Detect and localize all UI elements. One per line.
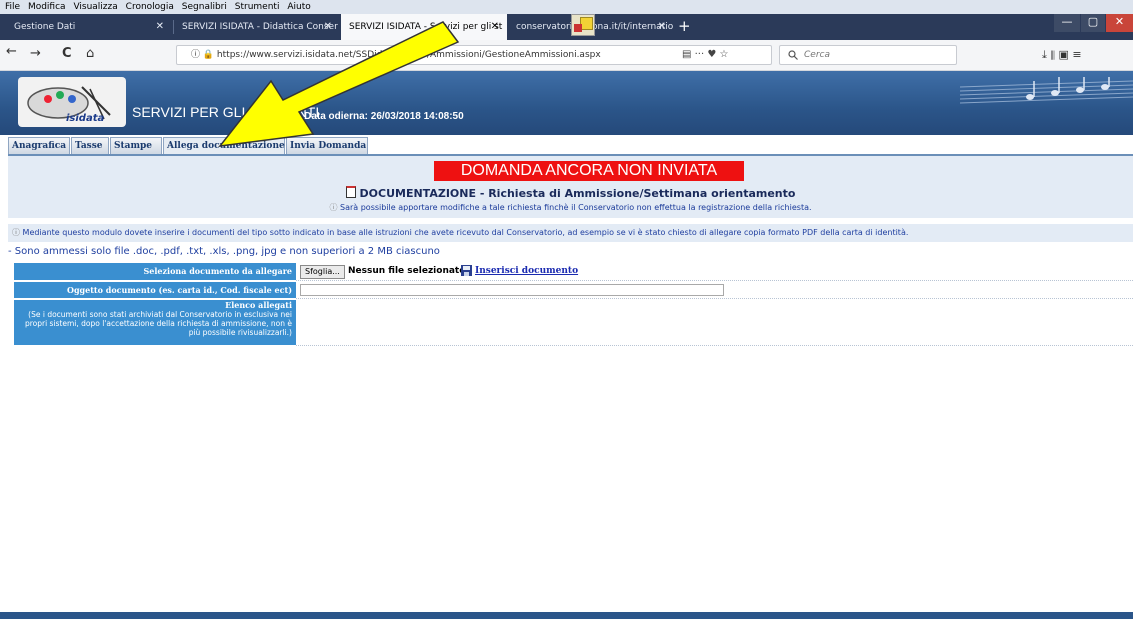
menu-file[interactable]: File [5, 0, 20, 14]
menu-aiuto[interactable]: Aiuto [287, 0, 310, 14]
documentation-title: DOCUMENTAZIONE - Richiesta di Ammissione… [8, 186, 1133, 200]
maximize-button[interactable]: ▢ [1081, 14, 1105, 32]
menu-modifica[interactable]: Modifica [28, 0, 66, 14]
menu-visualizza[interactable]: Visualizza [73, 0, 117, 14]
info-icon: ⓘ [12, 228, 23, 237]
browser-tab-gestione-dati[interactable]: Gestione Dati ✕ [6, 14, 172, 40]
reload-button[interactable]: C [62, 46, 72, 61]
menu-segnalibri[interactable]: Segnalibri [182, 0, 227, 14]
menu-cronologia[interactable]: Cronologia [126, 0, 174, 14]
tab-label: Gestione Dati [14, 22, 76, 32]
instructions-bar: ⓘ Mediante questo modulo dovete inserire… [8, 224, 1133, 242]
attachments-list-area [296, 300, 1133, 346]
tab-anagrafica[interactable]: Anagrafica [8, 137, 70, 154]
menu-strumenti[interactable]: Strumenti [235, 0, 280, 14]
instructions-text: Mediante questo modulo dovete inserire i… [22, 228, 909, 237]
allowed-files-note: - Sono ammessi solo file .doc, .pdf, .tx… [8, 246, 440, 257]
modification-note-text: Sarà possibile apportare modifiche a tal… [340, 203, 812, 212]
tab-stampe[interactable]: Stampe [110, 137, 162, 154]
close-icon[interactable]: ✕ [658, 14, 666, 40]
page-actions-icon[interactable]: ▤ ··· ♥ ☆ [682, 46, 728, 64]
minimize-button[interactable]: — [1054, 14, 1080, 32]
forward-button[interactable]: → [30, 46, 41, 61]
window-close-button[interactable]: ✕ [1106, 14, 1133, 32]
close-icon[interactable]: ✕ [491, 14, 499, 40]
browse-button[interactable]: Sfoglia... [300, 265, 345, 279]
toolbar-icons[interactable]: ⤓ ⫴ ▣ ≡ [1042, 48, 1082, 62]
documentation-title-text: DOCUMENTAZIONE - Richiesta di Ammissione… [359, 187, 796, 200]
document-icon [345, 186, 356, 198]
no-file-selected: Nessun file selezionato. [348, 266, 469, 276]
app-tab-bar: Anagrafica Tasse Stampe Allega documenta… [0, 135, 1133, 156]
attachments-list-title: Elenco allegati [225, 300, 292, 310]
sticky-notes-icon[interactable] [571, 14, 595, 36]
info-box: DOMANDA ANCORA NON INVIATA DOCUMENTAZION… [8, 156, 1133, 218]
home-button[interactable]: ⌂ [86, 46, 94, 61]
back-button[interactable]: ← [6, 44, 17, 59]
floppy-disk-icon[interactable] [461, 265, 472, 276]
search-placeholder: Cerca [804, 50, 830, 60]
object-label: Oggetto documento (es. carta id., Cod. f… [14, 282, 296, 298]
yellow-arrow-annotation [218, 21, 460, 147]
tab-tasse[interactable]: Tasse [71, 137, 109, 154]
logo-text: isidata [66, 113, 105, 124]
left-margin [0, 154, 8, 612]
new-tab-button[interactable]: + [678, 14, 691, 40]
close-icon[interactable]: ✕ [156, 14, 164, 40]
search-icon [788, 50, 798, 60]
info-icon: ⓘ [329, 203, 340, 212]
footer-bar [0, 612, 1133, 619]
attachments-list-label: Elenco allegati (Se i documenti sono sta… [14, 300, 296, 345]
music-notes-decoration [960, 77, 1133, 104]
menu-bar: File Modifica Visualizza Cronologia Segn… [0, 0, 1133, 14]
app-header: isidata SERVIZI PER GLI STUDENTI - Data … [0, 71, 1133, 135]
status-badge: DOMANDA ANCORA NON INVIATA [434, 161, 744, 181]
attachments-list-note: (Se i documenti sono stati archiviati da… [24, 310, 292, 337]
navigation-bar: ← → C ⌂ ⓘ 🔒 https://www.servizi.isidata.… [0, 40, 1133, 71]
insert-document-link[interactable]: Inserisci documento [475, 266, 578, 276]
modification-note: ⓘ Sarà possibile apportare modifiche a t… [8, 202, 1133, 213]
app-logo: isidata [18, 77, 126, 127]
select-document-label: Seleziona documento da allegare [14, 263, 296, 280]
object-input[interactable] [300, 284, 724, 296]
search-input[interactable]: Cerca [779, 45, 957, 65]
browser-tab-bar: Gestione Dati ✕ SERVIZI ISIDATA - Didatt… [0, 14, 1133, 40]
